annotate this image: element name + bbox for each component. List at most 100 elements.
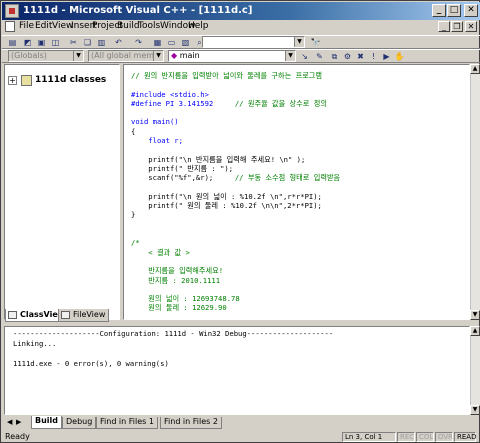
code-line[interactable]: void main() [131,117,340,126]
output-text: --------------------Configuration: 1111d… [13,329,333,369]
code-line[interactable]: 반지름을 입력해주세요! [131,266,340,275]
chevron-down-icon[interactable]: ▼ [294,37,304,47]
code-line[interactable]: float r; [131,136,340,145]
code-line[interactable]: scanf("%f",&r); // 부동 소수점 형태로 입력받음 [131,173,340,182]
stop-build-icon[interactable]: ✖ [355,51,366,62]
workspace-icon[interactable]: ▦ [152,37,163,48]
undo-icon[interactable]: ↶ [113,37,124,48]
new-file-icon[interactable]: ▤ [7,37,18,48]
members-combo[interactable]: (All global members)▼ [88,50,164,62]
expand-icon[interactable]: + [8,76,17,85]
output-line: 1111d.exe - 0 error(s), 0 warning(s) [13,359,169,368]
save-icon[interactable]: ▣ [36,37,47,48]
code-line[interactable] [131,80,340,89]
redo-icon[interactable]: ↷ [133,37,144,48]
tab-build[interactable]: Build [31,416,63,429]
scroll-up-button[interactable]: ▲ [470,64,480,74]
function-combo-value: main [179,51,200,60]
chevron-down-icon[interactable]: ▼ [153,51,163,61]
class-wizard-icon[interactable]: ✎ [314,51,325,62]
breakpoint-icon[interactable]: ✋ [394,51,405,62]
code-line[interactable]: { [131,127,340,136]
code-line[interactable]: #include <stdio.h> [131,90,340,99]
scroll-up-button[interactable]: ▲ [470,326,480,336]
menu-build[interactable]: Build [117,21,140,31]
code-line[interactable]: < 결과 값 > [131,248,340,257]
code-line[interactable]: printf("\n 반지름을 입력해 주세요! \n" ); [131,155,340,164]
open-folder-icon[interactable]: ◩ [22,37,33,48]
tree-item-classes[interactable]: 1111d classes [35,75,106,85]
code-line[interactable]: #define PI 3.141592 // 원주율 값을 상수로 정의 [131,99,340,108]
code-line[interactable] [131,313,340,319]
find-icon[interactable]: 🔭 [310,37,321,48]
save-all-icon[interactable]: ◫ [50,37,61,48]
code-editor[interactable]: // 원의 반지름을 입력받아 넓이와 둘레를 구하는 프로그램 #include… [123,64,470,320]
tab-fileview[interactable]: FileView [58,309,110,322]
mdi-minimize-button[interactable]: _ [438,21,450,32]
code-line[interactable]: 원의 둘레 : 12629.90 [131,303,340,312]
output-window-icon[interactable]: ▭ [166,37,177,48]
code-line[interactable]: printf(" 원의 둘레 : %10.2f \n\n",2*r*PI); [131,201,340,210]
editor-vertical-scrollbar[interactable]: ▲ ▼ [470,64,480,320]
classes-icon [21,75,32,86]
mdi-restore-button[interactable]: ❐ [451,21,463,32]
chevron-down-icon[interactable]: ▼ [285,51,295,61]
output-panel[interactable]: --------------------Configuration: 1111d… [4,326,470,415]
rec-indicator: REC [397,432,415,442]
chevron-down-icon[interactable]: ▼ [73,51,83,61]
code-line[interactable] [131,108,340,117]
code-line[interactable]: // 원의 반지름을 입력받아 넓이와 둘레를 구하는 프로그램 [131,71,340,80]
code-line[interactable] [131,183,340,192]
menu-file[interactable]: File [19,21,34,31]
code-text[interactable]: // 원의 반지름을 입력받아 넓이와 둘레를 구하는 프로그램 #include… [131,71,340,319]
tab-scroll-left-icon[interactable]: ◀ [7,418,12,426]
document-icon[interactable] [5,21,15,32]
status-text: Ready [5,432,30,441]
scroll-down-button[interactable]: ▼ [470,310,480,320]
status-bar: Ready Ln 3, Col 1 REC COL OVR READ [2,431,480,443]
execute-icon[interactable]: ! [368,51,379,62]
maximize-button[interactable]: □ [447,4,461,17]
tab-find-in-files-1[interactable]: Find in Files 1 [96,417,158,429]
ovr-indicator: OVR [435,432,453,442]
tab-scroll-right-icon[interactable]: ▶ [16,418,21,426]
compile-icon[interactable]: ⧉ [329,51,340,62]
output-vertical-scrollbar[interactable]: ▲ ▼ [470,326,480,415]
scope-combo[interactable]: (Globals) ▼ [8,50,84,62]
standard-toolbar: ▤ ◩ ▣ ◫ ✂ ❏ ▥ ↶ ↷ ▦ ▭ ▧ ⌕ ▼ 🔭 [2,35,480,49]
menu-edit[interactable]: Edit [35,21,52,31]
code-line[interactable]: 원의 넓이 : 12693748.78 [131,294,340,303]
tab-find-in-files-2[interactable]: Find in Files 2 [160,417,222,429]
code-line[interactable]: /* [131,238,340,247]
find-combo[interactable]: ▼ [202,36,305,48]
window-title: 1111d - Microsoft Visual C++ - [1111d.c] [23,5,253,16]
copy-icon[interactable]: ❏ [82,37,93,48]
code-line[interactable]: printf("\n 원의 넓이 : %10.2f \n",r*r*PI); [131,192,340,201]
function-combo[interactable]: ◆ main ▼ [168,50,296,62]
minimize-button[interactable]: _ [432,4,446,17]
menu-tools[interactable]: Tools [138,21,160,31]
cut-icon[interactable]: ✂ [68,37,79,48]
tab-debug[interactable]: Debug [62,417,97,429]
go-icon[interactable]: ▶ [381,51,392,62]
menu-help[interactable]: Help [188,21,209,31]
close-button[interactable]: ✕ [464,4,478,17]
code-line[interactable] [131,220,340,229]
code-line[interactable] [131,257,340,266]
code-line[interactable]: 반지름 : 2010.1111 [131,276,340,285]
paste-icon[interactable]: ▥ [96,37,107,48]
menu-bar: File Edit View Insert Project Build Tool… [2,20,480,34]
code-line[interactable] [131,229,340,238]
code-line[interactable]: printf(" 반지름 : "); [131,164,340,173]
window-list-icon[interactable]: ▧ [180,37,191,48]
mdi-close-button[interactable]: ✕ [465,21,477,32]
code-line[interactable] [131,145,340,154]
code-line[interactable] [131,285,340,294]
scroll-down-button[interactable]: ▼ [470,405,480,415]
build-icon[interactable]: ⚙ [342,51,353,62]
title-bar[interactable]: 1111d - Microsoft Visual C++ - [1111d.c]… [2,2,480,20]
app-icon[interactable] [5,4,19,18]
code-line[interactable]: } [131,210,340,219]
wizard-action-icon[interactable]: ↘ [299,51,310,62]
